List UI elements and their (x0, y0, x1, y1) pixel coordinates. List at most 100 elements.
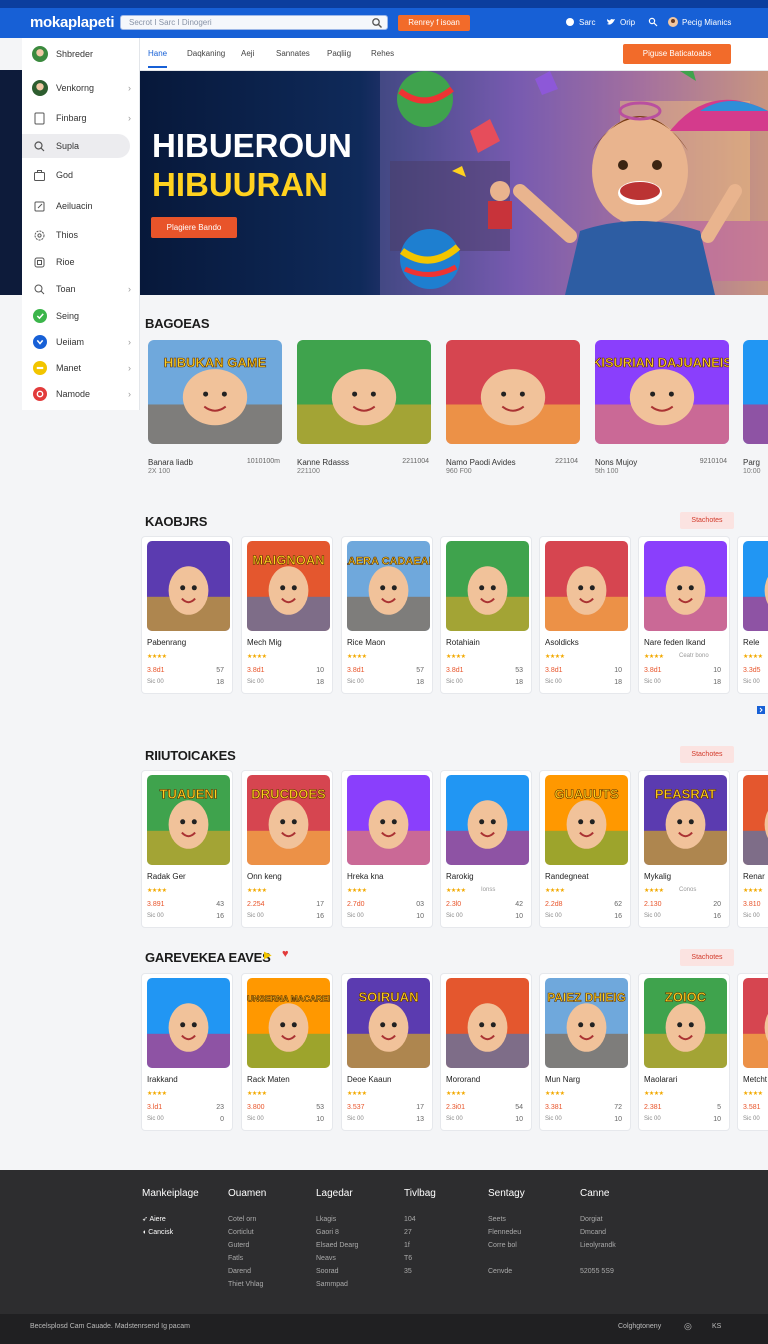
sidebar-item-thios[interactable]: Thios (22, 223, 140, 247)
featured-card[interactable]: KISURIAN DAJUANEIS Nons Mujoy 5th 100 92… (595, 340, 731, 476)
header-link-orip[interactable]: Orip (606, 17, 635, 27)
rating-stars: ★★★★ (347, 654, 367, 660)
game-card[interactable]: Hreka kna ★★★★ 2.7d0 Sic 00 03 10 (341, 770, 433, 928)
sidebar-item-toan[interactable]: Toan › (22, 277, 140, 301)
game-card[interactable]: Metcht ★★★★ 3.581 Sic 00 (737, 973, 768, 1131)
game-count-secondary: 18 (416, 679, 424, 686)
sidebar-item-god[interactable]: God (22, 163, 140, 187)
footer-link[interactable]: Flennedeu (488, 1226, 525, 1239)
see-more-button[interactable]: Stachotes (680, 746, 734, 763)
game-card[interactable]: Irakkand ★★★★ 3.ld1 Sic 00 23 0 (141, 973, 233, 1131)
featured-card[interactable]: Namo Paodi Avides 960 F00 221104 (446, 340, 582, 476)
game-card[interactable]: GUAUUTS Randegneat ★★★★ 2.2d8 Sic 00 62 … (539, 770, 631, 928)
next-arrow-icon[interactable] (757, 706, 765, 714)
game-card[interactable]: ZOIOC Maolarari ★★★★ 2.381 Sic 00 5 10 (638, 973, 730, 1131)
site-logo[interactable]: mokaplapeti (30, 14, 115, 31)
footer-link[interactable]: Soorad (316, 1265, 358, 1278)
language-selector[interactable]: KS (712, 1323, 721, 1330)
sidebar-item-seing[interactable]: Seing (22, 304, 140, 328)
game-card[interactable]: SOIRUAN Deoe Kaaun ★★★★ 3.537 Sic 00 17 … (341, 973, 433, 1131)
footer-link[interactable]: Fatls (228, 1252, 266, 1265)
header-link-profile[interactable]: Pecig Mianics (648, 17, 731, 27)
footer-link[interactable]: Cenvde (488, 1265, 525, 1278)
sidebar-item-supla[interactable]: Supla (22, 134, 130, 158)
tab-hane[interactable]: Hane (148, 49, 168, 68)
footer-link[interactable]: Elsaed Dearg (316, 1239, 358, 1252)
footer-link[interactable]: Lieolyrandk (580, 1239, 616, 1252)
game-card[interactable]: PEASRAT Mykalig ★★★★ Conos 2.130 Sic 00 … (638, 770, 730, 928)
sidebar-item-finbarg[interactable]: Finbarg › (22, 106, 140, 130)
search-input[interactable]: Secrot I Sarc I Dinogeri (120, 15, 388, 30)
featured-sub: 960 F00 (446, 468, 472, 475)
footer-link[interactable]: Lkagis (316, 1213, 358, 1226)
game-card[interactable]: LAERA CADAEAP Rice Maon ★★★★ 3.8d1 Sic 0… (341, 536, 433, 694)
footer-link[interactable]: Dorgiat (580, 1213, 616, 1226)
tab-daqkaning[interactable]: Daqkaning (187, 49, 225, 58)
tab-sannates[interactable]: Sannates (276, 49, 310, 58)
tab-aeji[interactable]: Aeji (241, 49, 254, 58)
footer-link[interactable]: Neavs (316, 1252, 358, 1265)
game-card[interactable]: Nare feden Ikand ★★★★ Ceatr bono 3.8d1 S… (638, 536, 730, 694)
game-card[interactable]: Mororand ★★★★ 2.3i01 Sic 00 54 10 (440, 973, 532, 1131)
sidebar-item-aeiluacin[interactable]: Aeiluacin (22, 194, 140, 218)
game-card[interactable]: Rele ★★★★ 3.3d5 Sic 00 (737, 536, 768, 694)
footer-link[interactable]: Seets (488, 1213, 525, 1226)
footer-link[interactable]: Corticlut (228, 1226, 266, 1239)
game-card[interactable]: SUNSERNA MACAREIS Rack Maten ★★★★ 3.800 … (241, 973, 333, 1131)
globe-icon[interactable]: ◎ (684, 1321, 692, 1332)
game-thumbnail (743, 978, 768, 1068)
game-card[interactable]: MAIGNOAN Mech Mig ★★★★ 3.8d1 Sic 00 10 1… (241, 536, 333, 694)
footer-link[interactable]: 27 (404, 1226, 436, 1239)
game-thumbnail-frame (446, 978, 529, 1068)
sidebar-item-ueiiam[interactable]: Ueiiam › (22, 330, 140, 354)
footer-link[interactable]: Dmcand (580, 1226, 616, 1239)
featured-card[interactable]: HIBUKAN GAME Banara liadb 2X 100 1010100… (148, 340, 284, 476)
footer-link[interactable]: 52055 5S9 (580, 1265, 616, 1278)
featured-card[interactable]: Parg 10:00 (743, 340, 768, 476)
see-more-button[interactable]: Stachotes (680, 949, 734, 966)
game-card[interactable]: Pabenrang ★★★★ 3.8d1 Sic 00 57 18 (141, 536, 233, 694)
game-card[interactable]: PAIEZ DHIEIG Mun Narg ★★★★ 3.381 Sic 00 … (539, 973, 631, 1131)
tab-rehes[interactable]: Rehes (371, 49, 394, 58)
game-card[interactable]: DRUCDOES Onn keng ★★★★ 2.254 Sic 00 17 1… (241, 770, 333, 928)
hero-cta-button[interactable]: Plagiere Bando (151, 217, 237, 238)
sidebar-user[interactable]: Shbreder (22, 42, 140, 66)
svg-text:PAIEZ DHIEIG: PAIEZ DHIEIG (547, 990, 626, 1004)
footer-link[interactable]: 104 (404, 1213, 436, 1226)
game-meta: Sic 00 (247, 913, 264, 919)
featured-card[interactable]: Kanne Rdasss 221100 2211004 (297, 340, 433, 476)
sidebar-item-venkorng[interactable]: Venkorng › (22, 76, 140, 100)
see-more-button[interactable]: Stachotes (680, 512, 734, 529)
tab-paqliig[interactable]: Paqliig (327, 49, 351, 58)
footer-link[interactable]: Sammpad (316, 1278, 358, 1291)
game-card[interactable]: TUAUENI Radak Ger ★★★★ 3.891 Sic 00 43 1… (141, 770, 233, 928)
game-meta: Sic 00 (147, 913, 164, 919)
sidebar-item-rioe[interactable]: Rioe (22, 250, 140, 274)
footer-link[interactable] (580, 1252, 616, 1265)
game-card[interactable]: Rarokig ★★★★ Ionss 2.3l0 Sic 00 42 10 (440, 770, 532, 928)
footer-link[interactable]: Guterd (228, 1239, 266, 1252)
subnav-action-button[interactable]: Piguse Baticatoabs (623, 44, 731, 64)
footer-bottom-link[interactable]: Colghgtoneny (618, 1323, 661, 1330)
footer-link[interactable]: Corre bol (488, 1239, 525, 1252)
sidebar-item-manet[interactable]: Manet › (22, 356, 140, 380)
game-card[interactable]: Rotahiain ★★★★ 3.8d1 Sic 00 53 18 (440, 536, 532, 694)
footer-link[interactable]: Thiet Vhlag (228, 1278, 266, 1291)
sidebar-item-namode[interactable]: Namode › (22, 382, 140, 406)
footer-link[interactable]: Cotel orn (228, 1213, 266, 1226)
footer-link[interactable]: 1f (404, 1239, 436, 1252)
header-link-sarc[interactable]: Sarc (565, 17, 595, 27)
header-cta-button[interactable]: Renrey f isoan (398, 15, 470, 31)
search-icon[interactable] (371, 17, 383, 29)
footer-link[interactable]: T6 (404, 1252, 436, 1265)
footer-link[interactable]: Gaori 8 (316, 1226, 358, 1239)
footer-link[interactable]: 35 (404, 1265, 436, 1278)
game-card[interactable]: Asoldicks ★★★★ 3.8d1 Sic 00 10 18 (539, 536, 631, 694)
footer-link[interactable]: Darend (228, 1265, 266, 1278)
game-thumbnail: DRUCDOES (247, 775, 330, 865)
twitter-icon (607, 18, 615, 25)
rating-stars: ★★★★ (147, 654, 167, 660)
game-card[interactable]: Renar ★★★★ 3.810 Sic 00 (737, 770, 768, 928)
footer-link[interactable] (488, 1252, 525, 1265)
hero-banner[interactable]: HIBUEROUN HIBUURAN Plagiere Bando (140, 71, 768, 295)
